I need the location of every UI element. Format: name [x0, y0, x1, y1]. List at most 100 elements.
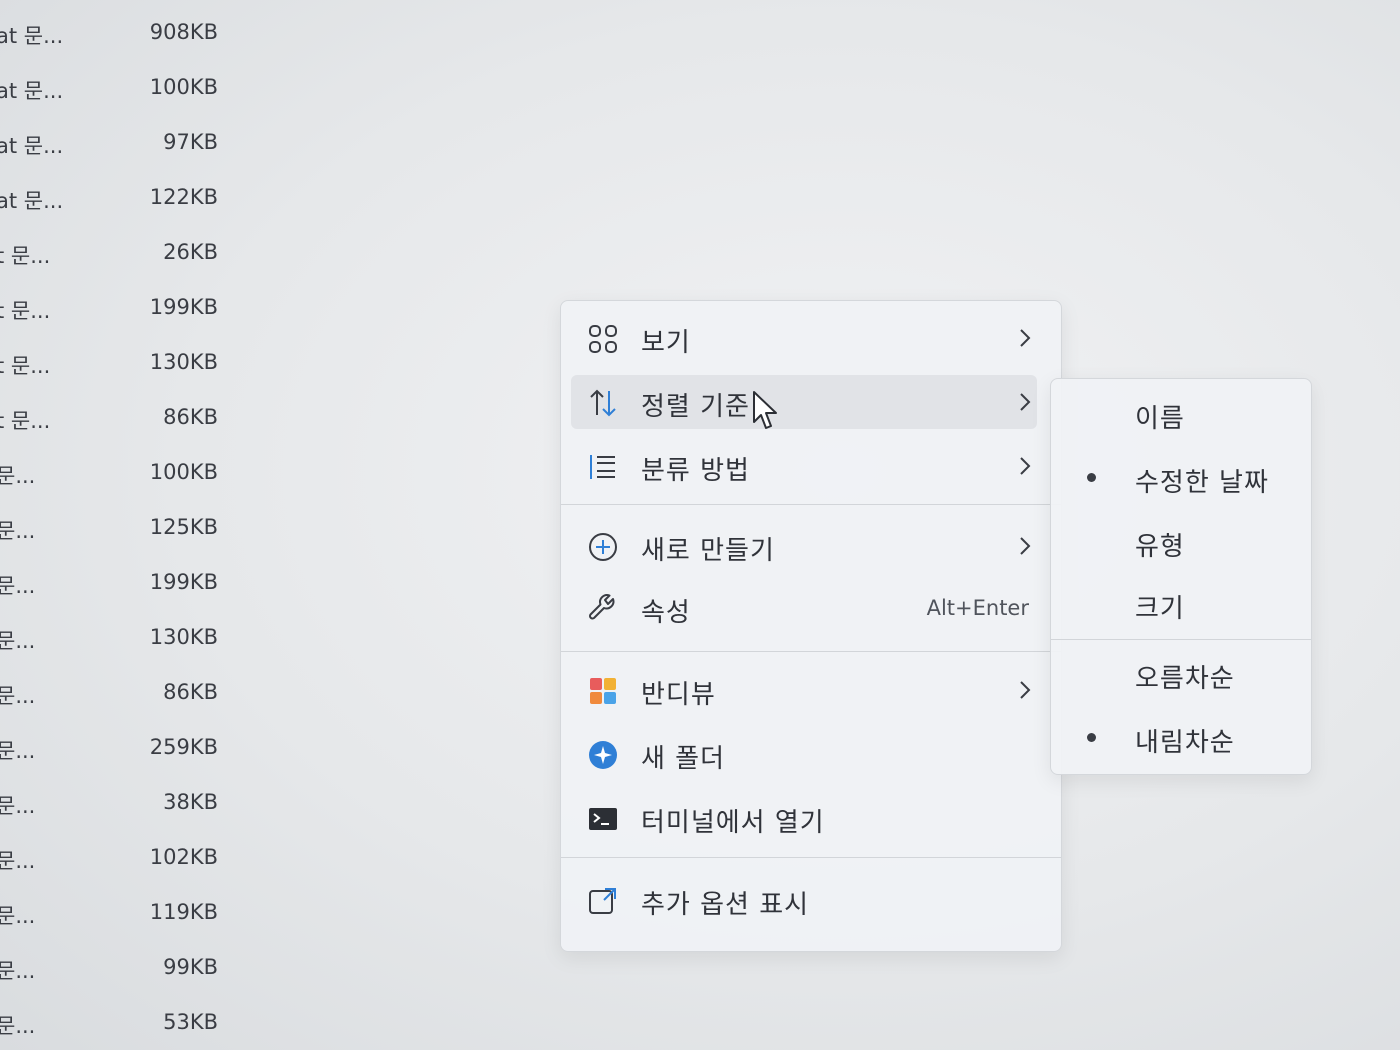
- menu-item-properties[interactable]: 속성 Alt+Enter: [571, 581, 1037, 635]
- menu-item-label: 정렬 기준: [641, 392, 750, 422]
- file-size: 908KB: [149, 20, 218, 44]
- file-row[interactable]: 문... 53KB: [0, 998, 240, 1050]
- sort-option-type[interactable]: 유형: [1059, 515, 1303, 569]
- chevron-right-icon: [1020, 393, 1031, 411]
- file-name: t 문...: [0, 244, 51, 268]
- file-size: 100KB: [149, 75, 218, 99]
- sort-option-ascending[interactable]: 오름차순: [1059, 647, 1303, 701]
- file-name: t 문...: [0, 299, 51, 323]
- file-size: 38KB: [163, 790, 218, 814]
- file-row[interactable]: at 문... 100KB: [0, 63, 240, 118]
- selected-bullet-icon: [1087, 473, 1096, 482]
- chevron-right-icon: [1020, 681, 1031, 699]
- chevron-right-icon: [1020, 537, 1031, 555]
- sort-option-name[interactable]: 이름: [1059, 387, 1303, 441]
- menu-item-label: 반디뷰: [641, 680, 716, 710]
- file-row[interactable]: at 문... 908KB: [0, 8, 240, 63]
- file-name: 문...: [0, 1014, 36, 1038]
- new-plus-icon: [589, 533, 617, 561]
- menu-item-label: 보기: [641, 328, 691, 358]
- sort-submenu: 이름 수정한 날짜 유형 크기 오름차순 내림차순: [1050, 378, 1312, 775]
- file-row[interactable]: 문... 259KB: [0, 723, 240, 778]
- view-grid-icon: [589, 325, 617, 353]
- file-size: 125KB: [149, 515, 218, 539]
- file-name: 문...: [0, 684, 36, 708]
- file-row[interactable]: 문... 99KB: [0, 943, 240, 998]
- sort-option-descending[interactable]: 내림차순: [1059, 711, 1303, 765]
- menu-separator: [1051, 639, 1311, 640]
- file-row[interactable]: 문... 86KB: [0, 668, 240, 723]
- sort-option-label: 오름차순: [1135, 664, 1235, 694]
- menu-item-new-folder[interactable]: 새 폴더: [571, 727, 1037, 781]
- more-options-icon: [589, 888, 616, 914]
- file-name: at 문...: [0, 134, 64, 158]
- file-row[interactable]: 문... 38KB: [0, 778, 240, 833]
- file-row[interactable]: 문... 102KB: [0, 833, 240, 888]
- sort-option-label: 수정한 날짜: [1135, 468, 1269, 498]
- file-row[interactable]: at 문... 97KB: [0, 118, 240, 173]
- menu-item-new[interactable]: 새로 만들기: [571, 519, 1037, 573]
- file-size: 99KB: [163, 955, 218, 979]
- menu-item-label: 분류 방법: [641, 456, 750, 486]
- bandiview-app-icon: [590, 678, 616, 704]
- file-row[interactable]: t 문... 26KB: [0, 228, 240, 283]
- mouse-cursor-icon: [753, 391, 777, 429]
- group-by-icon: [590, 455, 615, 479]
- file-row[interactable]: 문... 130KB: [0, 613, 240, 668]
- file-size: 102KB: [149, 845, 218, 869]
- file-row[interactable]: at 문... 122KB: [0, 173, 240, 228]
- file-row[interactable]: t 문... 199KB: [0, 283, 240, 338]
- menu-item-label: 터미널에서 열기: [641, 808, 825, 838]
- file-row[interactable]: 문... 125KB: [0, 503, 240, 558]
- file-name: 문...: [0, 629, 36, 653]
- file-size: 122KB: [149, 185, 218, 209]
- sort-option-label: 크기: [1135, 594, 1185, 624]
- menu-separator: [561, 857, 1061, 858]
- menu-item-view[interactable]: 보기: [571, 311, 1037, 365]
- file-size: 199KB: [149, 570, 218, 594]
- screen: at 문... 908KB at 문... 100KB at 문... 97KB…: [0, 0, 1400, 1050]
- menu-separator: [561, 504, 1061, 505]
- menu-item-label: 속성: [641, 598, 691, 628]
- file-row[interactable]: t 문... 130KB: [0, 338, 240, 393]
- new-folder-app-icon: [589, 741, 617, 769]
- file-size: 130KB: [149, 625, 218, 649]
- file-size: 86KB: [163, 680, 218, 704]
- file-size: 53KB: [163, 1010, 218, 1034]
- sort-option-label: 내림차순: [1135, 728, 1235, 758]
- menu-item-more-options[interactable]: 추가 옵션 표시: [571, 873, 1037, 927]
- menu-item-open-terminal[interactable]: 터미널에서 열기: [571, 791, 1037, 845]
- file-size: 100KB: [149, 460, 218, 484]
- chevron-right-icon: [1020, 457, 1031, 475]
- file-name: t 문...: [0, 409, 51, 433]
- menu-item-bandiview[interactable]: 반디뷰: [571, 663, 1037, 717]
- file-row[interactable]: 문... 119KB: [0, 888, 240, 943]
- file-row[interactable]: t 문... 86KB: [0, 393, 240, 448]
- file-name: 문...: [0, 849, 36, 873]
- sort-option-date-modified[interactable]: 수정한 날짜: [1059, 451, 1303, 505]
- file-name: 문...: [0, 794, 36, 818]
- file-name: 문...: [0, 904, 36, 928]
- file-row[interactable]: 문... 199KB: [0, 558, 240, 613]
- file-size: 97KB: [163, 130, 218, 154]
- file-name: 문...: [0, 574, 36, 598]
- sort-icon: [590, 389, 616, 417]
- menu-item-group-by[interactable]: 분류 방법: [571, 439, 1037, 493]
- file-size: 130KB: [149, 350, 218, 374]
- file-name: at 문...: [0, 24, 64, 48]
- sort-option-label: 이름: [1135, 404, 1185, 434]
- menu-separator: [561, 651, 1061, 652]
- sort-option-size[interactable]: 크기: [1059, 577, 1303, 631]
- sort-option-label: 유형: [1135, 532, 1185, 562]
- file-size: 26KB: [163, 240, 218, 264]
- file-size: 119KB: [149, 900, 218, 924]
- file-list: at 문... 908KB at 문... 100KB at 문... 97KB…: [0, 8, 240, 1050]
- shortcut-label: Alt+Enter: [926, 596, 1029, 620]
- menu-item-sort-by[interactable]: 정렬 기준: [571, 375, 1037, 429]
- file-name: t 문...: [0, 354, 51, 378]
- file-row[interactable]: 문... 100KB: [0, 448, 240, 503]
- chevron-right-icon: [1020, 329, 1031, 347]
- terminal-icon: [589, 808, 617, 830]
- file-size: 86KB: [163, 405, 218, 429]
- menu-item-label: 추가 옵션 표시: [641, 890, 810, 920]
